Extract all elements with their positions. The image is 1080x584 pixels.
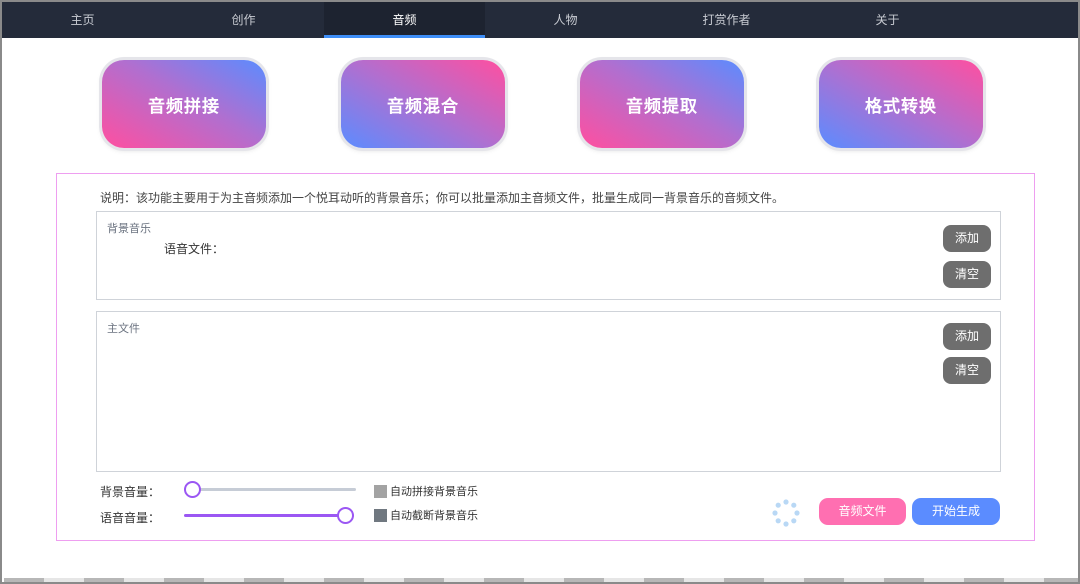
bgm-volume-handle[interactable] xyxy=(184,481,201,498)
bgm-clear-button[interactable]: 清空 xyxy=(943,261,991,288)
voice-file-label: 语音文件： xyxy=(164,242,225,256)
audio-extract-button[interactable]: 音频提取 xyxy=(580,60,744,148)
background-strip xyxy=(4,578,1078,582)
tab-create[interactable]: 创作 xyxy=(163,2,324,38)
main-clear-button[interactable]: 清空 xyxy=(943,357,991,384)
auto-concat-bgm-label: 自动拼接背景音乐 xyxy=(390,485,478,498)
format-convert-button[interactable]: 格式转换 xyxy=(819,60,983,148)
auto-concat-bgm-checkbox[interactable]: 自动拼接背景音乐 xyxy=(374,483,478,499)
audio-mix-button[interactable]: 音频混合 xyxy=(341,60,505,148)
main-file-box-title: 主文件 xyxy=(107,322,140,335)
voice-volume-label: 语音音量： xyxy=(100,511,161,525)
voice-volume-slider[interactable] xyxy=(184,507,356,524)
app-window: 主页 创作 音频 人物 打赏作者 关于 音频拼接 音频混合 音频提取 格式转换 … xyxy=(0,0,1080,584)
tab-about[interactable]: 关于 xyxy=(807,2,968,38)
tab-tip-author[interactable]: 打赏作者 xyxy=(646,2,807,38)
bgm-box-title: 背景音乐 xyxy=(107,222,151,235)
audio-file-button[interactable]: 音频文件 xyxy=(819,498,906,525)
loading-spinner-icon xyxy=(772,499,800,527)
tab-home[interactable]: 主页 xyxy=(2,2,163,38)
description-text: 说明：该功能主要用于为主音频添加一个悦耳动听的背景音乐；你可以批量添加主音频文件… xyxy=(100,191,785,205)
auto-cut-bgm-label: 自动截断背景音乐 xyxy=(390,509,478,522)
auto-cut-bgm-checkbox[interactable]: 自动截断背景音乐 xyxy=(374,507,478,523)
bgm-volume-slider[interactable] xyxy=(184,481,356,498)
start-generate-button[interactable]: 开始生成 xyxy=(912,498,1000,525)
bgm-volume-track xyxy=(184,488,356,491)
top-nav: 主页 创作 音频 人物 打赏作者 关于 xyxy=(2,2,1078,38)
voice-volume-track xyxy=(184,514,354,517)
voice-volume-handle[interactable] xyxy=(337,507,354,524)
checkbox-square-icon xyxy=(374,508,387,522)
checkbox-square-icon xyxy=(374,484,387,498)
bgm-volume-label: 背景音量： xyxy=(100,485,161,499)
audio-concat-button[interactable]: 音频拼接 xyxy=(102,60,266,148)
bgm-add-button[interactable]: 添加 xyxy=(943,225,991,252)
tab-audio[interactable]: 音频 xyxy=(324,2,485,38)
tab-characters[interactable]: 人物 xyxy=(485,2,646,38)
main-file-box: 主文件 添加 清空 xyxy=(96,311,1001,472)
main-add-button[interactable]: 添加 xyxy=(943,323,991,350)
bgm-box: 背景音乐 语音文件： 添加 清空 xyxy=(96,211,1001,300)
